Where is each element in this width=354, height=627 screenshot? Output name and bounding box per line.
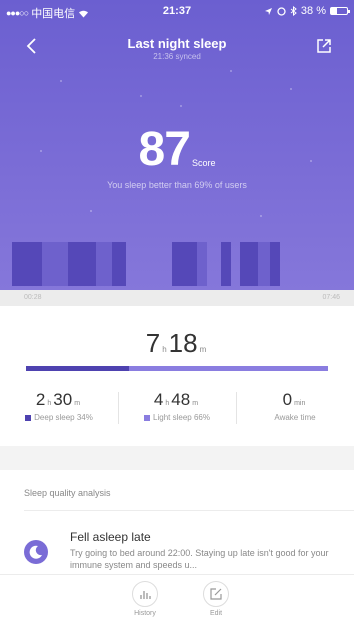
- deep-sleep-fill: [26, 366, 129, 371]
- awake-stat: 0 min Awake time: [236, 386, 354, 436]
- star-decoration: [90, 210, 92, 212]
- edit-icon: [210, 588, 222, 600]
- bluetooth-icon: [290, 6, 297, 16]
- deep-sleep-segment: [12, 242, 42, 286]
- light-minutes: 48: [171, 390, 191, 409]
- score-display: 87 Score: [0, 122, 354, 177]
- deep-sleep-segment: [240, 242, 258, 286]
- sleep-stats: 2 h 30 m Deep sleep 34% 4 h 48 m Light sleep 6…: [0, 386, 354, 436]
- edit-label: Edit: [209, 610, 223, 617]
- total-minutes: 18: [168, 328, 198, 358]
- deep-sleep-segment: [112, 242, 126, 286]
- awake-label: Awake time: [274, 413, 316, 422]
- sleep-timeline-chart[interactable]: [0, 242, 354, 286]
- light-legend-swatch: [144, 414, 151, 421]
- analysis-heading: Sleep quality analysis: [24, 488, 111, 498]
- status-bar: ●●●○○ 中国电信 21:37 38 %: [0, 0, 354, 22]
- deep-sleep-segment: [68, 242, 96, 286]
- light-hours: 4: [153, 390, 164, 409]
- light-sleep-segment: [258, 242, 270, 286]
- light-sleep-segment: [42, 242, 68, 286]
- bottom-toolbar: History Edit: [0, 574, 354, 627]
- star-decoration: [180, 105, 182, 107]
- hours-unit: h: [162, 345, 167, 354]
- light-sleep-segment: [197, 242, 207, 286]
- star-decoration: [260, 215, 262, 217]
- deep-sleep-segment: [270, 242, 280, 286]
- timeline-start: 00:28: [24, 294, 42, 301]
- total-hours: 7: [145, 328, 161, 358]
- sleep-analysis-section: Sleep quality analysis Fell asleep late …: [0, 470, 354, 582]
- deep-legend-swatch: [25, 414, 32, 421]
- score-comparison: You sleep better than 69% of users: [107, 180, 247, 190]
- analysis-item-text: Try going to bed around 22:00. Staying u…: [70, 548, 329, 570]
- star-decoration: [230, 70, 232, 72]
- history-label: History: [134, 610, 156, 617]
- minutes-unit: m: [199, 345, 207, 354]
- deep-sleep-label: Deep sleep 34%: [34, 413, 93, 422]
- share-button[interactable]: [316, 38, 332, 54]
- timeline-axis: 00:28 07:46: [0, 290, 354, 306]
- light-sleep-label: Light sleep 66%: [153, 413, 210, 422]
- star-decoration: [290, 88, 292, 90]
- deep-sleep-segment: [172, 242, 197, 286]
- location-icon: [264, 7, 272, 15]
- divider: [24, 510, 354, 511]
- analysis-item-title[interactable]: Fell asleep late: [70, 530, 151, 544]
- alarm-icon: [277, 6, 286, 16]
- history-button[interactable]: History: [125, 581, 165, 617]
- moon-icon: [24, 540, 48, 564]
- battery-percent: 38 %: [300, 5, 326, 17]
- star-decoration: [140, 95, 142, 97]
- score-value: 87: [138, 123, 191, 176]
- edit-button[interactable]: Edit: [196, 581, 236, 617]
- deep-sleep-stat: 2 h 30 m Deep sleep 34%: [0, 386, 118, 436]
- light-sleep-stat: 4 h 48 m Light sleep 66%: [118, 386, 236, 436]
- deep-hours: 2: [35, 390, 46, 409]
- timeline-end: 07:46: [322, 294, 340, 301]
- battery-icon: [330, 7, 350, 15]
- star-decoration: [60, 80, 62, 82]
- light-sleep-segment: [96, 242, 112, 286]
- total-sleep-duration: 7 h18 m: [0, 328, 354, 359]
- deep-sleep-segment: [221, 242, 231, 286]
- score-label: Score: [191, 158, 216, 168]
- deep-minutes: 30: [53, 390, 73, 409]
- sleep-hero: ●●●○○ 中国电信 21:37 38 % Last night sleep 2…: [0, 0, 354, 290]
- page-title: Last night sleep: [127, 36, 227, 51]
- awake-value: 0: [282, 390, 293, 409]
- sleep-summary-card: 7 h18 m 2 h 30 m Deep sleep 34% 4 h 48 m Light s…: [0, 306, 354, 446]
- sync-status: 21:36 synced: [153, 52, 201, 61]
- bar-chart-icon: [140, 591, 151, 599]
- sleep-ratio-bar: [26, 366, 328, 371]
